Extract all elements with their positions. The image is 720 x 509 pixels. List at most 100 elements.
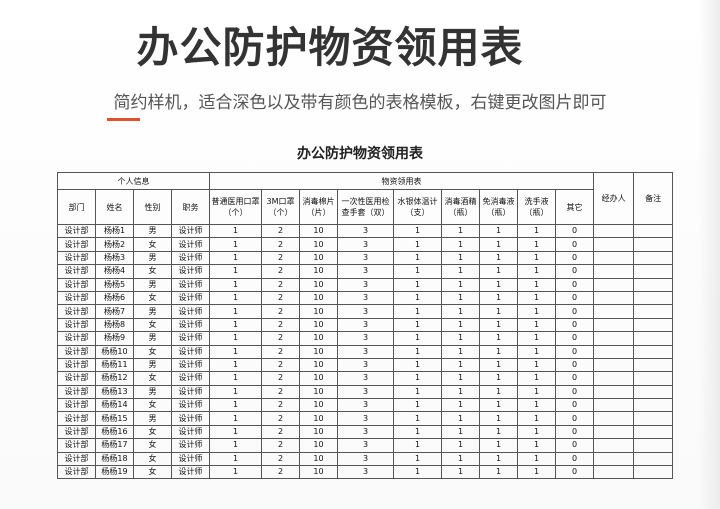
table-cell: 1	[479, 250, 518, 266]
column-header: 3M口罩（个）	[261, 189, 300, 225]
table-cell: 1	[441, 250, 480, 266]
table-cell: 1	[479, 304, 518, 319]
remarks-cell	[633, 250, 674, 266]
table-cell: 设计部	[57, 331, 96, 346]
table-cell: 男	[133, 357, 172, 373]
table-cell: 男	[133, 331, 172, 346]
table-cell: 0	[554, 411, 595, 426]
table-cell: 0	[554, 250, 595, 266]
table-cell: 设计部	[57, 384, 96, 400]
table-cell: 10	[299, 277, 338, 292]
table-cell: 0	[554, 357, 595, 373]
table-cell: 2	[261, 438, 300, 453]
table-cell: 2	[261, 451, 300, 467]
handler-cell	[593, 424, 635, 440]
column-header: 普通医用口罩（个）	[209, 189, 262, 225]
table-cell: 1	[441, 344, 480, 359]
column-header: 一次性医用检查手套（双）	[337, 189, 394, 225]
table-cell: 杨杨13	[95, 384, 134, 400]
table-cell: 1	[479, 237, 518, 252]
table-cell: 3	[337, 277, 394, 292]
column-header: 消毒棉片（片）	[299, 189, 338, 225]
table-cell: 1	[479, 331, 518, 346]
accent-divider	[107, 118, 140, 121]
table-cell: 1	[517, 424, 556, 440]
table-cell: 设计部	[57, 250, 96, 266]
table-cell: 设计部	[57, 398, 96, 413]
table-cell: 设计师	[171, 250, 210, 266]
remarks-cell	[633, 304, 674, 319]
table-cell: 3	[337, 398, 394, 413]
table-cell: 杨杨8	[95, 317, 134, 333]
table-cell: 男	[133, 411, 172, 426]
table-cell: 3	[337, 237, 394, 252]
table-cell: 2	[261, 398, 300, 413]
table-cell: 设计师	[171, 438, 210, 453]
table-cell: 0	[554, 277, 595, 292]
table-cell: 1	[209, 357, 262, 373]
table-cell: 0	[554, 424, 595, 440]
table-cell: 1	[209, 331, 262, 346]
table-cell: 1	[209, 371, 262, 386]
table-cell: 设计部	[57, 277, 96, 292]
table-cell: 1	[209, 277, 262, 292]
table-cell: 1	[441, 304, 480, 319]
table-cell: 1	[479, 398, 518, 413]
table-cell: 1	[441, 331, 480, 346]
table-cell: 2	[261, 424, 300, 440]
remarks-cell	[633, 237, 674, 252]
table-cell: 1	[517, 398, 556, 413]
table-row: 设计部 杨杨17 女设计师 1 2 10 3 1 1 1 1 0	[57, 438, 674, 453]
table-row: 设计部 杨杨10 女设计师 1 2 10 3 1 1 1 1 0	[57, 344, 674, 359]
table-cell: 杨杨12	[95, 371, 134, 386]
remarks-cell	[633, 371, 674, 386]
table-cell: 1	[517, 237, 556, 252]
remarks-cell	[633, 424, 674, 440]
table-cell: 杨杨5	[95, 277, 134, 292]
table-cell: 10	[299, 317, 338, 333]
table-cell: 女	[133, 424, 172, 440]
table-cell: 1	[393, 451, 442, 467]
table-cell: 女	[133, 344, 172, 359]
table-row: 设计部 杨杨12 女设计师 1 2 10 3 1 1 1 1 0	[57, 371, 674, 386]
table-cell: 设计部	[57, 237, 96, 252]
table-cell: 女	[133, 398, 172, 413]
table-cell: 1	[441, 371, 480, 386]
table-cell: 1	[479, 438, 518, 453]
table-cell: 10	[299, 398, 338, 413]
table-cell: 0	[554, 304, 595, 319]
table-cell: 1	[209, 465, 262, 480]
table-cell: 2	[261, 237, 300, 252]
remarks-cell	[633, 451, 674, 467]
table-cell: 1	[479, 451, 518, 467]
table-cell: 2	[261, 331, 300, 346]
table-cell: 1	[479, 424, 518, 440]
handler-cell	[593, 264, 635, 279]
table-cell: 1	[209, 398, 262, 413]
table-cell: 3	[337, 465, 394, 480]
table-cell: 1	[209, 304, 262, 319]
table-cell: 1	[393, 264, 442, 279]
table-cell: 1	[209, 451, 262, 467]
table-row: 设计部 杨杨19 女设计师 1 2 10 3 1 1 1 1 0	[57, 465, 674, 480]
table-cell: 3	[337, 317, 394, 333]
table-cell: 杨杨1	[95, 223, 134, 239]
table-cell: 杨杨3	[95, 250, 134, 266]
table-cell: 设计师	[171, 357, 210, 373]
table-cell: 1	[517, 384, 556, 400]
handler-cell	[593, 277, 635, 292]
remarks-cell	[633, 264, 674, 279]
table-cell: 设计师	[171, 223, 210, 239]
column-header: 免消毒液（瓶）	[479, 189, 518, 225]
table-cell: 设计师	[171, 317, 210, 333]
table-cell: 1	[209, 264, 262, 279]
table-cell: 1	[479, 465, 518, 480]
table-cell: 杨杨2	[95, 237, 134, 252]
table-cell: 0	[554, 237, 595, 252]
table-cell: 1	[393, 223, 442, 239]
table-cell: 2	[261, 317, 300, 333]
table-cell: 1	[517, 465, 556, 480]
table-cell: 女	[133, 237, 172, 252]
table-cell: 设计部	[57, 438, 96, 453]
remarks-cell	[633, 411, 674, 426]
